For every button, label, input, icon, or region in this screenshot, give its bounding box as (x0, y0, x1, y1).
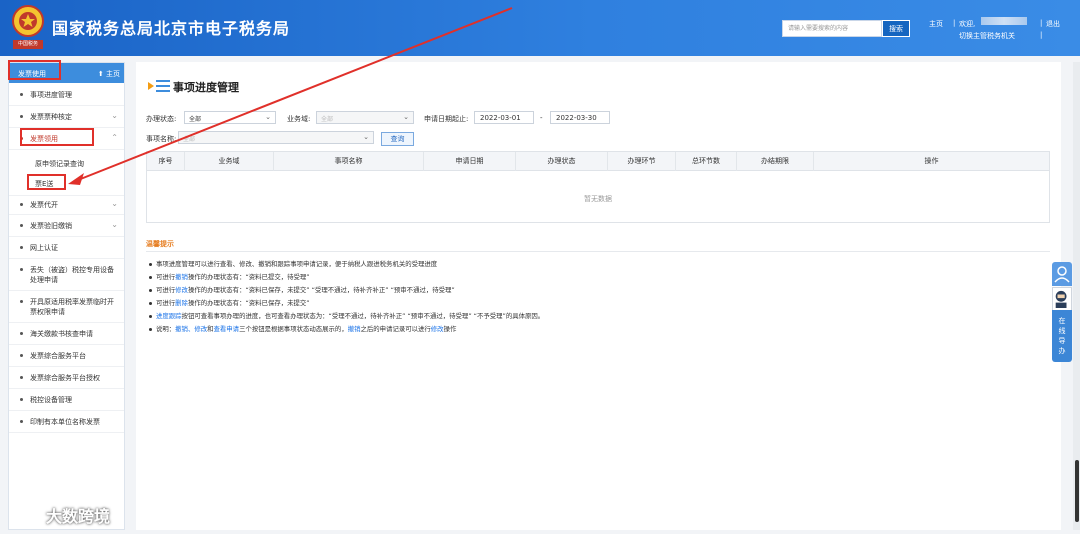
track-progress-link[interactable]: 进度跟踪 (156, 312, 182, 320)
cancel-modify-link[interactable]: 撤销、修改 (175, 325, 207, 333)
hint-title: 温馨提示 (146, 240, 174, 248)
emblem-caption: 中国税务 (17, 41, 38, 47)
chevron-down-icon: ⌄ (403, 113, 409, 121)
sidebar-item-invoice-issue-agent[interactable]: 发票代开 ⌄ (9, 195, 124, 215)
column-header: 总环节数 (676, 152, 737, 171)
chevron-down-icon: ⌄ (111, 199, 118, 208)
column-header: 事项名称 (274, 152, 424, 171)
status-select[interactable]: 全部 ⌄ (184, 111, 276, 124)
sidebar-item-platform-authorize[interactable]: 发票综合服务平台授权 (9, 369, 124, 389)
column-header: 操作 (924, 157, 939, 165)
table-empty-message: 暂无数据 (584, 195, 612, 203)
hint-line: 说明：撤销、修改和查看申请三个按钮是根据事项状态动态展示的，撤销之后的申请记录可… (149, 324, 456, 333)
status-label: 办理状态: (146, 115, 177, 123)
user-icon (1052, 262, 1072, 286)
column-header: 序号 (147, 152, 185, 171)
sidebar-item-print-named-invoice[interactable]: 印制有本单位名称发票 (9, 413, 124, 433)
chevron-up-icon: ⌃ (111, 133, 118, 142)
column-header: 办理状态 (516, 152, 608, 171)
online-help-widget[interactable]: 在线导办 (1052, 262, 1072, 362)
sidebar-item-invoice-cancel[interactable]: 发票验旧缴销 ⌄ (9, 217, 124, 237)
progress-table: 序号 业务域 事项名称 申请日期 办理状态 办理环节 总环节数 办结期限 操作 … (146, 151, 1050, 223)
sidebar-item-service-platform[interactable]: 发票综合服务平台 (9, 347, 124, 367)
welcome-text: 欢迎, (959, 20, 976, 28)
column-header: 业务域 (185, 152, 274, 171)
annotation-box (20, 128, 94, 146)
cancel-link[interactable]: 撤销 (175, 273, 188, 281)
modify-link[interactable]: 修改 (175, 286, 188, 294)
date-to-input[interactable]: 2022-03-30 (550, 111, 610, 124)
search-button[interactable]: 搜索 (882, 20, 910, 37)
table-header: 序号 业务域 事项名称 申请日期 办理状态 办理环节 总环节数 办结期限 操作 (147, 152, 1049, 171)
item-name-label: 事项名称: (146, 135, 177, 143)
header-separator: | (1040, 31, 1043, 39)
sidebar-item-lost-device[interactable]: 丢失（被盗）税控专用设备处理申请 (9, 261, 124, 291)
home-icon: ⬆ (97, 70, 106, 78)
item-name-select[interactable]: 全部 ⌄ (178, 131, 374, 144)
domain-select[interactable]: 全部 ⌄ (316, 111, 414, 124)
sidebar-item-temp-rate-permission[interactable]: 开具原适用税率发票临时开票权限申请 (9, 293, 124, 323)
logout-link[interactable]: 退出 (1046, 19, 1060, 29)
delete-link[interactable]: 删除 (175, 299, 188, 307)
sidebar-item-customs-check[interactable]: 海关缴款书核查申请 (9, 325, 124, 345)
user-name-redacted (981, 17, 1027, 25)
hint-line: 可进行删除操作的办理状态有：“资料已保存，未提交” (149, 298, 310, 307)
annotation-box (8, 60, 61, 80)
date-range-dash: - (540, 114, 543, 122)
column-header: 申请日期 (424, 152, 516, 171)
domain-label: 业务域: (287, 115, 311, 123)
header-separator: | (953, 19, 956, 27)
sidebar-subitem-claim-history[interactable]: 原申领记录查询 (9, 153, 124, 173)
view-application-link[interactable]: 查看申请 (214, 325, 240, 333)
site-title: 国家税务总局北京市电子税务局 (52, 19, 291, 38)
site-header: 中国税务 国家税务总局北京市电子税务局 搜索 主页 | 欢迎, | 退出 切换主… (0, 0, 1080, 56)
main-panel: 事项进度管理 办理状态: 全部 ⌄ 业务域: 全部 ⌄ 申请日期起止: 2022-0… (136, 62, 1061, 530)
column-header: 办理环节 (608, 152, 676, 171)
agent-avatar-icon (1052, 287, 1072, 311)
date-range-label: 申请日期起止: (424, 115, 469, 123)
switch-agency-link[interactable]: 切换主管税务机关 (959, 31, 1015, 41)
home-link[interactable]: 主页 (929, 19, 943, 29)
modify-link[interactable]: 修改 (431, 325, 444, 333)
chevron-down-icon: ⌄ (265, 113, 271, 121)
sidebar-item-device-manage[interactable]: 税控设备管理 (9, 391, 124, 411)
hint-line: 事项进度管理可以进行查看、修改、撤销和跟踪事项申请记录，便于纳税人跟进税务机关的… (149, 259, 437, 268)
hint-line: 可进行修改操作的办理状态有：“资料已保存，未提交” “受理不通过，待补齐补正” … (149, 285, 455, 294)
hint-line: 进度跟踪按钮可查看事项办理的进度，也可查看办理状态为：“受理不通过，待补齐补正”… (149, 311, 544, 320)
search-input[interactable] (782, 20, 882, 37)
list-icon (148, 80, 170, 92)
cancel-link[interactable]: 撤销 (348, 325, 361, 333)
page-title: 事项进度管理 (173, 81, 239, 94)
header-separator: | (1040, 19, 1043, 27)
sidebar-item-online-auth[interactable]: 网上认证 (9, 239, 124, 259)
sidebar-item-progress[interactable]: 事项进度管理 (9, 86, 124, 106)
watermark-logo-icon (9, 501, 40, 523)
sidebar-home-link[interactable]: ⬆ 主页 (98, 69, 120, 79)
chevron-down-icon: ⌄ (111, 220, 118, 229)
sidebar-item-type-approval[interactable]: 发票票种核定 ⌄ (9, 108, 124, 128)
query-button[interactable]: 查询 (381, 132, 414, 146)
online-help-label: 在线导办 (1058, 317, 1066, 355)
hint-line: 可进行撤销操作的办理状态有：“资料已提交，待受理” (149, 272, 310, 281)
scrollbar-thumb[interactable] (1075, 460, 1079, 522)
chevron-down-icon: ⌄ (111, 111, 118, 120)
chevron-down-icon: ⌄ (363, 133, 369, 141)
watermark-text: 大数跨境 (46, 507, 111, 526)
column-header: 办结期限 (737, 152, 814, 171)
annotation-box (27, 174, 66, 190)
online-help-button[interactable]: 在线导办 (1052, 310, 1072, 362)
date-from-input[interactable]: 2022-03-01 (474, 111, 534, 124)
divider (146, 251, 1050, 252)
